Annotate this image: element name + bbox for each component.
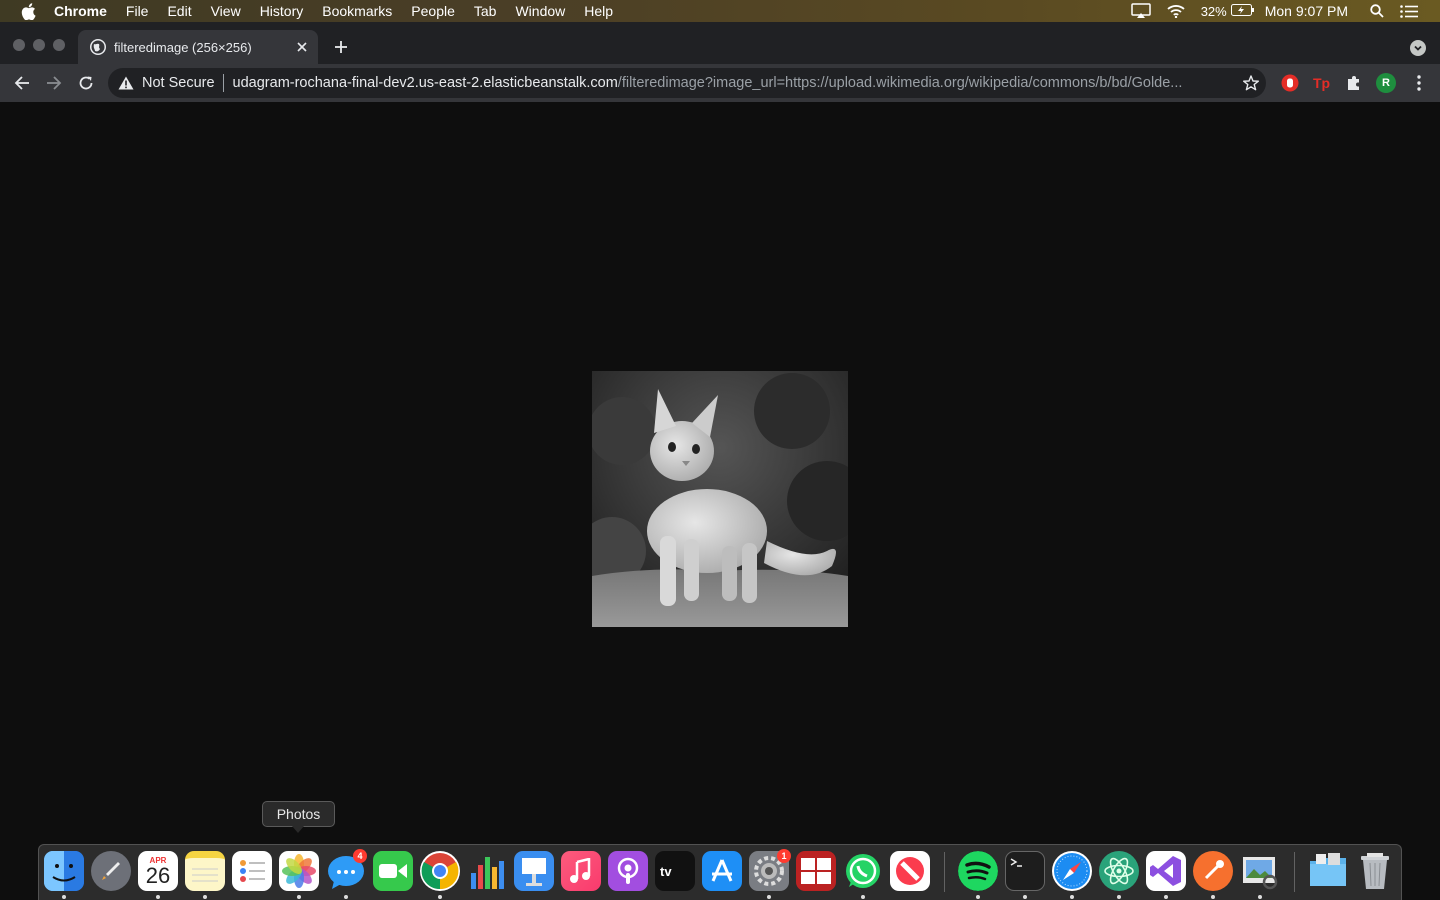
chrome-icon[interactable] [420,851,460,891]
airplay-icon[interactable] [1130,3,1151,19]
new-tab-icon[interactable] [330,36,352,58]
profile-avatar[interactable]: R [1376,73,1396,93]
url-text[interactable]: udagram-rochana-final-dev2.us-east-2.ela… [233,75,1236,91]
postman-running-dot [1211,895,1215,899]
finder-running-dot [62,895,66,899]
preferences-running-dot [767,895,771,899]
menu-help[interactable]: Help [584,3,613,19]
chrome-running-dot [438,895,442,899]
notes-running-dot [203,895,207,899]
menu-people[interactable]: People [411,3,455,19]
svg-text:tv: tv [660,864,672,878]
menu-bar: Chrome File Edit View History Bookmarks … [0,0,1440,22]
window-minimize-button[interactable] [33,39,45,51]
atom-icon[interactable] [1099,851,1139,891]
url-path: /filteredimage?image_url=https://upload.… [617,75,1183,91]
globe-icon [90,39,106,55]
dock-tooltip: Photos [262,801,335,827]
menu-tab[interactable]: Tab [474,3,497,19]
security-label[interactable]: Not Secure [142,75,215,91]
svg-text:Tp: Tp [1313,75,1330,91]
menu-file[interactable]: File [126,3,149,19]
omnibox-separator [222,74,224,92]
stop-extension-icon[interactable] [1280,73,1300,93]
tab-close-icon[interactable] [292,37,312,57]
photos-icon[interactable] [279,851,319,891]
visual-studio-running-dot [1164,895,1168,899]
visual-studio-icon[interactable] [1146,851,1186,891]
numbers-icon[interactable] [467,851,507,891]
music-icon[interactable] [561,851,601,891]
puzzle-icon[interactable] [1344,73,1364,93]
spotlight-icon[interactable] [1370,4,1384,18]
whatsapp-running-dot [861,895,865,899]
calendar-day: 26 [145,863,171,888]
tab-filteredimage[interactable]: filteredimage (256×256) [78,30,318,64]
menu-view[interactable]: View [211,3,241,19]
spotify-running-dot [976,895,980,899]
menu-window[interactable]: Window [515,3,565,19]
trash-icon[interactable] [1355,851,1395,891]
dock-divider-right [1294,852,1295,892]
dock-divider-left [944,852,945,892]
apple-tv-icon[interactable]: tv [655,851,695,891]
warning-triangle-icon[interactable] [118,75,134,91]
photos-running-dot [297,895,301,899]
filtered-cat-image [578,371,867,627]
apple-icon[interactable] [19,2,37,20]
facetime-icon[interactable] [373,851,413,891]
notification-center-icon[interactable] [1400,4,1418,18]
bookmark-star-icon[interactable] [1236,75,1266,91]
downloads-folder-icon[interactable] [1308,851,1348,891]
whatsapp-icon[interactable] [843,851,883,891]
battery-icon[interactable] [1230,3,1255,19]
podcasts-icon[interactable] [608,851,648,891]
menubar-clock[interactable]: Mon 9:07 PM [1265,3,1348,19]
keynote-icon[interactable] [514,851,554,891]
forward-arrow-icon[interactable] [42,71,66,95]
window-close-button[interactable] [13,39,25,51]
messages-badge: 4 [353,849,367,863]
spotify-icon[interactable] [958,851,998,891]
address-bar[interactable]: Not Secure udagram-rochana-final-dev2.us… [108,68,1266,98]
menu-history[interactable]: History [260,3,304,19]
safari-running-dot [1070,895,1074,899]
atom-running-dot [1117,895,1121,899]
messages-running-dot [344,895,348,899]
calendar-icon[interactable]: APR 26 [138,851,178,891]
dock-tooltip-arrow [292,826,304,833]
finder-icon[interactable] [44,851,84,891]
browser-toolbar: Not Secure udagram-rochana-final-dev2.us… [0,64,1440,102]
terminal-icon[interactable] [1005,851,1045,891]
postman-icon[interactable] [1193,851,1233,891]
tp-extension-icon[interactable]: Tp [1312,73,1332,93]
photo-booth-icon[interactable] [796,851,836,891]
launchpad-rocket-icon[interactable] [91,851,131,891]
news-icon[interactable] [890,851,930,891]
notes-icon[interactable] [185,851,225,891]
reload-icon[interactable] [74,71,98,95]
tab-search-icon[interactable] [1410,40,1426,56]
preferences-badge: 1 [777,849,791,863]
reminders-icon[interactable] [232,851,272,891]
menu-bookmarks[interactable]: Bookmarks [322,3,392,19]
preview-icon[interactable] [1240,851,1280,891]
window-zoom-button[interactable] [53,39,65,51]
battery-percent: 32% [1200,3,1227,19]
preview-running-dot [1258,895,1262,899]
wifi-icon[interactable] [1167,4,1185,18]
url-host: udagram-rochana-final-dev2.us-east-2.ela… [232,75,618,91]
calendar-running-dot [156,895,160,899]
app-store-icon[interactable] [702,851,742,891]
tab-strip: filteredimage (256×256) [0,22,1440,64]
tab-title: filteredimage (256×256) [114,39,252,55]
safari-compass-icon[interactable] [1052,851,1092,891]
back-arrow-icon[interactable] [10,71,34,95]
chrome-menu-icon[interactable] [1409,73,1429,93]
terminal-running-dot [1023,895,1027,899]
menu-app-name[interactable]: Chrome [54,3,107,19]
menu-edit[interactable]: Edit [167,3,191,19]
